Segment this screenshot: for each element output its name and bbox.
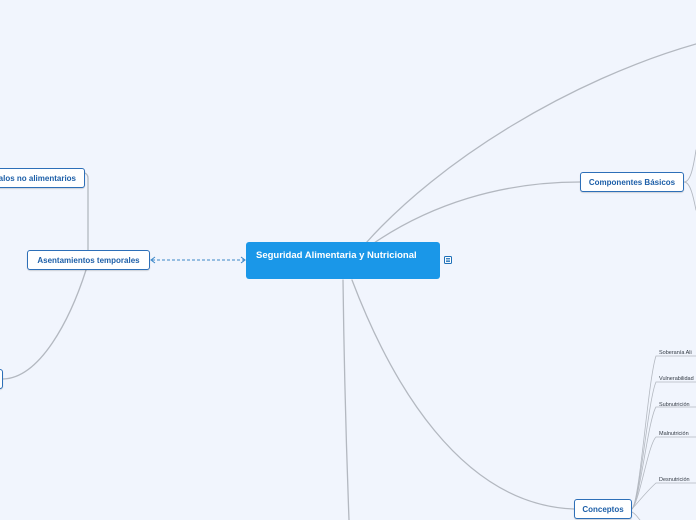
topic-left-partial[interactable] bbox=[0, 369, 3, 389]
concept-item-desnutricion[interactable]: Desnutrición bbox=[659, 477, 690, 483]
central-topic[interactable]: Seguridad Alimentaria y Nutricional bbox=[246, 242, 440, 279]
central-topic-title: Seguridad Alimentaria y Nutricional bbox=[256, 250, 417, 261]
concept-item-malnutricion[interactable]: Malnutrición bbox=[659, 431, 689, 437]
connector-conceptos bbox=[351, 279, 575, 510]
concept-item-soberania[interactable]: Soberanía Ali bbox=[659, 350, 692, 356]
concept-item-subnutricion[interactable]: Subnutrición bbox=[659, 402, 690, 408]
connector-bottom-left bbox=[2, 269, 87, 380]
topic-conceptos-label: Conceptos bbox=[582, 504, 624, 514]
topic-articulos-no-alimentarios[interactable]: alos no alimentarios bbox=[0, 168, 85, 188]
notes-icon[interactable] bbox=[444, 256, 452, 264]
connector-top-right bbox=[365, 43, 696, 244]
topic-asentamientos-temporales-label: Asentamientos temporales bbox=[37, 255, 140, 265]
concept-item-vulnerabilidad[interactable]: Vulnerabilidad bbox=[659, 376, 694, 382]
connector-componentes bbox=[373, 181, 581, 244]
topic-componentes-basicos-label: Componentes Básicos bbox=[588, 177, 676, 187]
topic-asentamientos-temporales[interactable]: Asentamientos temporales bbox=[27, 250, 150, 270]
connector-down bbox=[342, 279, 350, 520]
topic-conceptos[interactable]: Conceptos bbox=[574, 499, 632, 519]
topic-articulos-no-alimentarios-label: alos no alimentarios bbox=[0, 173, 76, 183]
topic-componentes-basicos[interactable]: Componentes Básicos bbox=[580, 172, 684, 192]
